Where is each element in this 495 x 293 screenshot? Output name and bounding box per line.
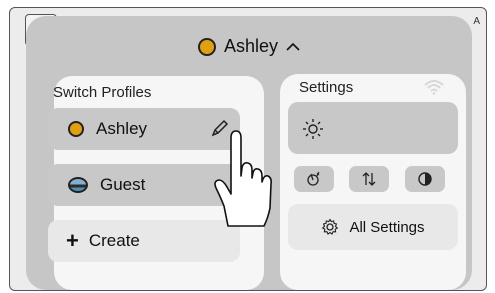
wifi-icon: [423, 79, 445, 95]
contrast-button[interactable]: [405, 166, 445, 192]
profile-item-label: Ashley: [96, 119, 148, 138]
chevron-up-icon[interactable]: [286, 42, 300, 52]
switch-profiles-title: Switch Profiles: [53, 84, 152, 101]
all-settings-button[interactable]: All Settings: [288, 204, 458, 250]
touch-button[interactable]: [294, 166, 334, 192]
avatar-ashley-icon: [68, 121, 84, 137]
settings-title: Settings: [299, 79, 354, 96]
swap-button[interactable]: [349, 166, 389, 192]
create-profile-label: Create: [88, 231, 140, 250]
touch-icon: [306, 171, 322, 187]
sun-icon: [302, 118, 324, 140]
swap-arrows-icon: [361, 171, 377, 187]
contrast-icon: [417, 171, 433, 187]
background-corner-label: A: [473, 16, 480, 27]
all-settings-label: All Settings: [349, 218, 425, 236]
pointing-hand-icon: [214, 118, 280, 236]
gear-icon: [321, 218, 339, 236]
profile-item-ashley[interactable]: Ashley: [48, 108, 240, 150]
profile-header[interactable]: Ashley: [26, 36, 472, 57]
create-profile-button[interactable]: + Create: [48, 220, 240, 262]
profile-item-label: Guest: [100, 175, 146, 194]
current-profile-name: Ashley: [223, 36, 279, 56]
avatar-guest-icon: [68, 177, 88, 193]
avatar-ashley-icon: [197, 37, 216, 56]
profile-item-guest[interactable]: Guest: [48, 164, 240, 206]
plus-icon: +: [66, 228, 79, 253]
profile-panel: Ashley Switch Profiles Ashley Guest + Cr…: [26, 16, 472, 290]
